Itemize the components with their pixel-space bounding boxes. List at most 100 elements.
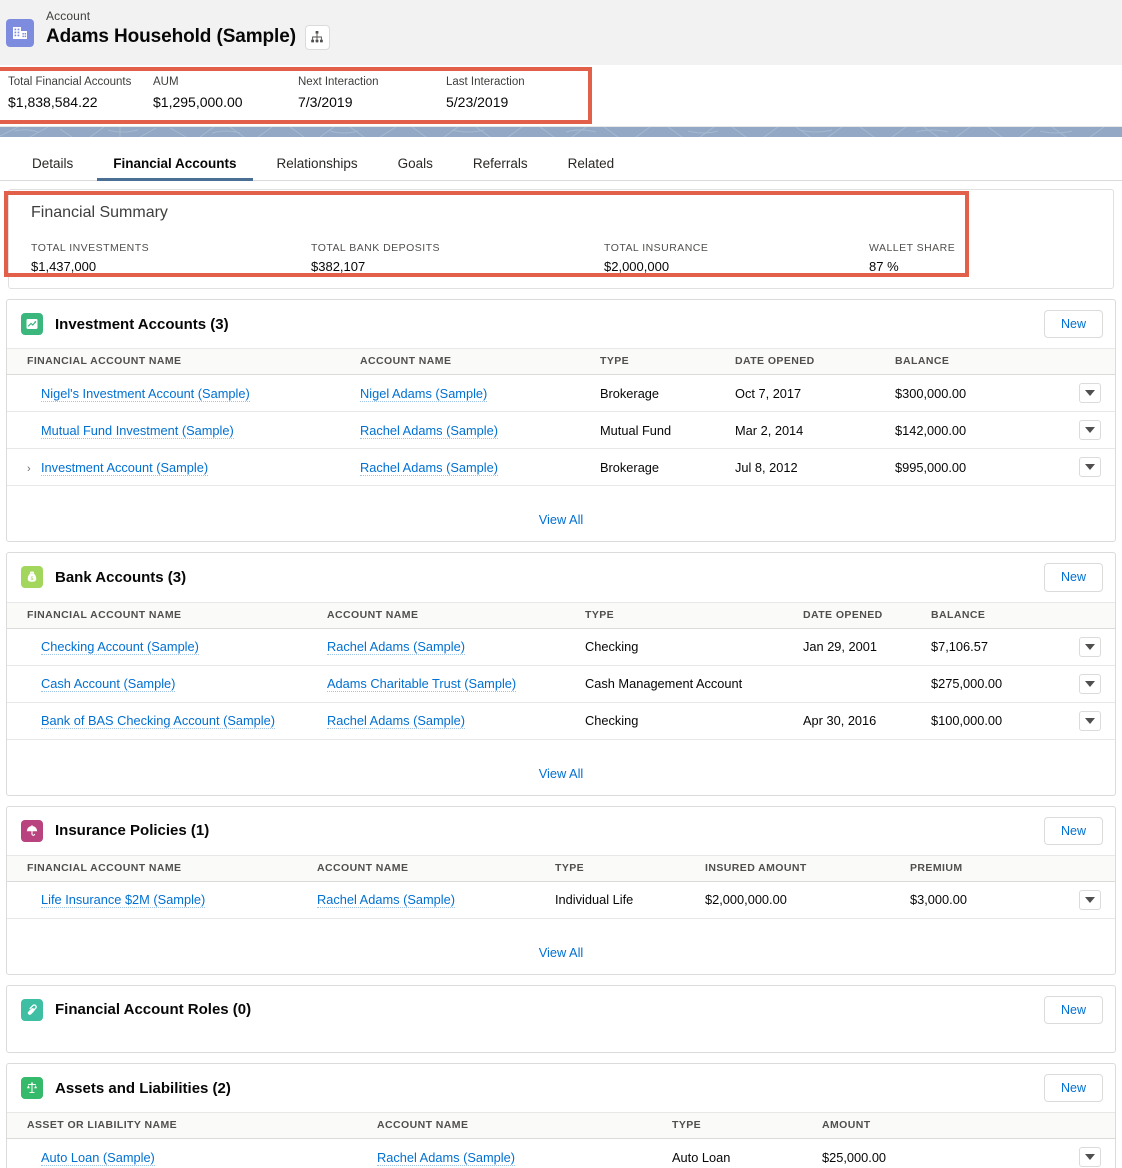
table-row: ›Bank of BAS Checking Account (Sample)Ra… [7,702,1115,739]
account-link[interactable]: Rachel Adams (Sample) [327,639,465,655]
record-link[interactable]: Bank of BAS Checking Account (Sample) [41,713,275,729]
table-cell: Checking [577,628,795,665]
column-header[interactable]: BALANCE [887,349,1067,375]
table-row: ›Mutual Fund Investment (Sample)Rachel A… [7,412,1115,449]
view-all-link[interactable]: View All [539,766,584,781]
account-link[interactable]: Rachel Adams (Sample) [360,460,498,476]
account-link[interactable]: Rachel Adams (Sample) [360,423,498,439]
new-button[interactable]: New [1044,563,1103,591]
metric-total-investments: TOTAL INVESTMENTS $1,437,000 [31,242,311,274]
new-button[interactable]: New [1044,817,1103,845]
related-list-footer: View All [7,752,1115,795]
table-cell: $100,000.00 [923,702,1067,739]
column-header[interactable]: ACCOUNT NAME [369,1113,664,1139]
record-link[interactable]: Cash Account (Sample) [41,676,175,692]
record-link[interactable]: Checking Account (Sample) [41,639,199,655]
table-header-row: FINANCIAL ACCOUNT NAMEACCOUNT NAMETYPEIN… [7,855,1115,881]
column-header[interactable]: FINANCIAL ACCOUNT NAME [7,855,309,881]
column-header[interactable]: TYPE [592,349,727,375]
table-header-row: ASSET OR LIABILITY NAMEACCOUNT NAMETYPEA… [7,1113,1115,1139]
table-cell: ›Life Insurance $2M (Sample) [7,881,309,918]
column-header[interactable]: TYPE [664,1113,814,1139]
metric-total-bank-deposits: TOTAL BANK DEPOSITS $382,107 [311,242,604,274]
tab-details[interactable]: Details [12,157,93,181]
row-actions-menu-button[interactable] [1079,457,1101,477]
financial-summary-section: Financial Summary TOTAL INVESTMENTS $1,4… [0,189,1122,289]
row-actions-menu-button[interactable] [1079,674,1101,694]
row-actions-menu-button[interactable] [1079,637,1101,657]
tab-financial-accounts[interactable]: Financial Accounts [93,157,256,181]
view-all-link[interactable]: View All [539,945,584,960]
hierarchy-icon[interactable] [305,25,330,50]
column-header[interactable]: DATE OPENED [795,602,923,628]
column-header[interactable]: PREMIUM [902,855,1067,881]
decorative-band [0,127,1122,137]
record-tabs: Details Financial Accounts Relationships… [0,137,1122,181]
page-title: Adams Household (Sample) [46,26,296,48]
new-button[interactable]: New [1044,310,1103,338]
column-header[interactable]: ACCOUNT NAME [319,602,577,628]
tab-goals[interactable]: Goals [378,157,453,181]
new-button[interactable]: New [1044,1074,1103,1102]
column-header[interactable]: AMOUNT [814,1113,1067,1139]
metric-value: $382,107 [311,259,604,274]
column-header[interactable]: ACCOUNT NAME [309,855,547,881]
chevron-right-icon[interactable]: › [27,463,39,475]
record-link[interactable]: Auto Loan (Sample) [41,1150,155,1166]
account-link[interactable]: Rachel Adams (Sample) [327,713,465,729]
account-link[interactable]: Nigel Adams (Sample) [360,386,487,402]
account-link[interactable]: Rachel Adams (Sample) [377,1150,515,1166]
row-actions-cell [1067,1139,1115,1168]
table-cell: ›Checking Account (Sample) [7,628,319,665]
column-header[interactable]: FINANCIAL ACCOUNT NAME [7,349,352,375]
column-header[interactable]: FINANCIAL ACCOUNT NAME [7,602,319,628]
view-all-link[interactable]: View All [539,512,584,527]
record-link[interactable]: Nigel's Investment Account (Sample) [41,386,250,402]
table-cell: Adams Charitable Trust (Sample) [319,665,577,702]
column-header[interactable]: TYPE [547,855,697,881]
highlight-value: 5/23/2019 [446,93,586,111]
related-list-card-assets-and-liabilities: Assets and Liabilities (2)NewASSET OR LI… [6,1063,1116,1168]
row-actions-menu-button[interactable] [1079,383,1101,403]
record-link[interactable]: Investment Account (Sample) [41,460,208,476]
column-header[interactable]: DATE OPENED [727,349,887,375]
column-header[interactable]: TYPE [577,602,795,628]
row-actions-menu-button[interactable] [1079,420,1101,440]
metric-wallet-share: WALLET SHARE 87 % [869,242,1019,274]
account-link[interactable]: Rachel Adams (Sample) [317,892,455,908]
column-header[interactable]: INSURED AMOUNT [697,855,902,881]
table-cell: $995,000.00 [887,449,1067,486]
record-header: Account Adams Household (Sample) [0,0,1122,65]
related-list-title: Financial Account Roles (0) [55,1001,1044,1018]
column-header[interactable]: ACCOUNT NAME [352,349,592,375]
row-actions-menu-button[interactable] [1079,890,1101,910]
tab-relationships[interactable]: Relationships [257,157,378,181]
table-row: ›Checking Account (Sample) Rachel Adams (… [7,628,1115,665]
row-actions-cell [1067,665,1115,702]
column-header[interactable]: BALANCE [923,602,1067,628]
table-cell: Cash Management Account [577,665,795,702]
chevron-down-icon [1085,390,1095,396]
row-actions-menu-button[interactable] [1079,1147,1101,1167]
account-link[interactable]: Adams Charitable Trust (Sample) [327,676,516,692]
table-cell: Brokerage [592,375,727,412]
row-actions-cell [1067,375,1115,412]
table-row: ›Investment Account (Sample) Rachel Adams… [7,449,1115,486]
record-link[interactable]: Mutual Fund Investment (Sample) [41,423,234,439]
record-link[interactable]: Life Insurance $2M (Sample) [41,892,205,908]
table-cell: $7,106.57 [923,628,1067,665]
column-header[interactable]: ASSET OR LIABILITY NAME [7,1113,369,1139]
tab-referrals[interactable]: Referrals [453,157,548,181]
record-type-label: Account [46,10,330,24]
table-row: ›Auto Loan (Sample)Rachel Adams (Sample)… [7,1139,1115,1168]
table-cell: ›Nigel's Investment Account (Sample) [7,375,352,412]
table-cell: Apr 30, 2016 [795,702,923,739]
column-header-actions [1067,602,1115,628]
table-cell: $142,000.00 [887,412,1067,449]
row-actions-menu-button[interactable] [1079,711,1101,731]
table-cell: Rachel Adams (Sample) [319,702,577,739]
metric-value: $1,437,000 [31,259,311,274]
new-button[interactable]: New [1044,996,1103,1024]
tab-related[interactable]: Related [548,157,635,181]
related-list-header: Investment Accounts (3)New [7,300,1115,348]
